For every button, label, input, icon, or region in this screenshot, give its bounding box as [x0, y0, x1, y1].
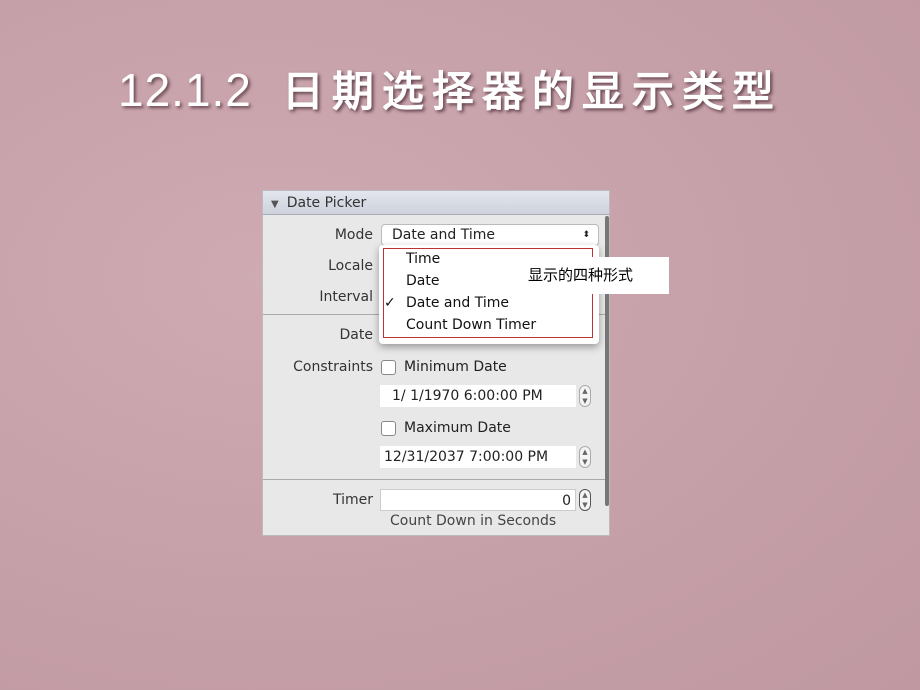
title-text: 日期选择器的显示类型 — [281, 67, 782, 116]
minimum-date-stepper[interactable]: ▲ ▼ — [579, 385, 591, 407]
updown-arrows-icon: ⬍ — [582, 230, 590, 240]
date-picker-inspector: ▼ Date Picker Mode Date and Time ⬍ Locale … — [262, 190, 610, 536]
title-number: 12.1.2 — [118, 64, 252, 116]
menu-item-date[interactable]: Date — [406, 273, 439, 289]
timer-hint: Count Down in Seconds — [390, 513, 557, 529]
maximum-date-label: Maximum Date — [404, 420, 511, 436]
divider — [263, 479, 605, 480]
minimum-date-checkbox[interactable] — [381, 360, 396, 375]
interval-label: Interval — [319, 289, 373, 305]
menu-item-count-down-timer[interactable]: Count Down Timer — [406, 317, 536, 333]
timer-label: Timer — [332, 492, 373, 508]
menu-item-date-and-time[interactable]: Date and Time — [406, 295, 509, 311]
slide-title: 12.1.2 日期选择器的显示类型 — [118, 58, 782, 119]
minimum-date-label: Minimum Date — [404, 359, 507, 375]
minimum-date-field[interactable]: 1/ 1/1970 6:00:00 PM — [380, 385, 576, 407]
constraints-label: Constraints — [293, 359, 373, 375]
maximum-date-field[interactable]: 12/31/2037 7:00:00 PM — [380, 446, 576, 468]
mode-label: Mode — [334, 227, 373, 243]
section-header[interactable]: ▼ Date Picker — [263, 191, 609, 215]
maximum-date-stepper[interactable]: ▲ ▼ — [579, 446, 591, 468]
locale-label: Locale — [328, 258, 373, 274]
mode-value: Date and Time — [392, 227, 495, 243]
menu-item-time[interactable]: Time — [406, 251, 440, 267]
checkmark-icon: ✓ — [384, 295, 396, 311]
timer-stepper[interactable]: ▲ ▼ — [579, 489, 591, 511]
date-label: Date — [339, 327, 373, 343]
maximum-date-checkbox[interactable] — [381, 421, 396, 436]
disclosure-triangle-icon[interactable]: ▼ — [271, 199, 279, 210]
annotation-callout: 显示的四种形式 — [519, 257, 669, 294]
section-title: Date Picker — [286, 195, 367, 211]
mode-popup[interactable]: Date and Time ⬍ — [381, 224, 599, 246]
timer-field[interactable]: 0 — [380, 489, 576, 511]
